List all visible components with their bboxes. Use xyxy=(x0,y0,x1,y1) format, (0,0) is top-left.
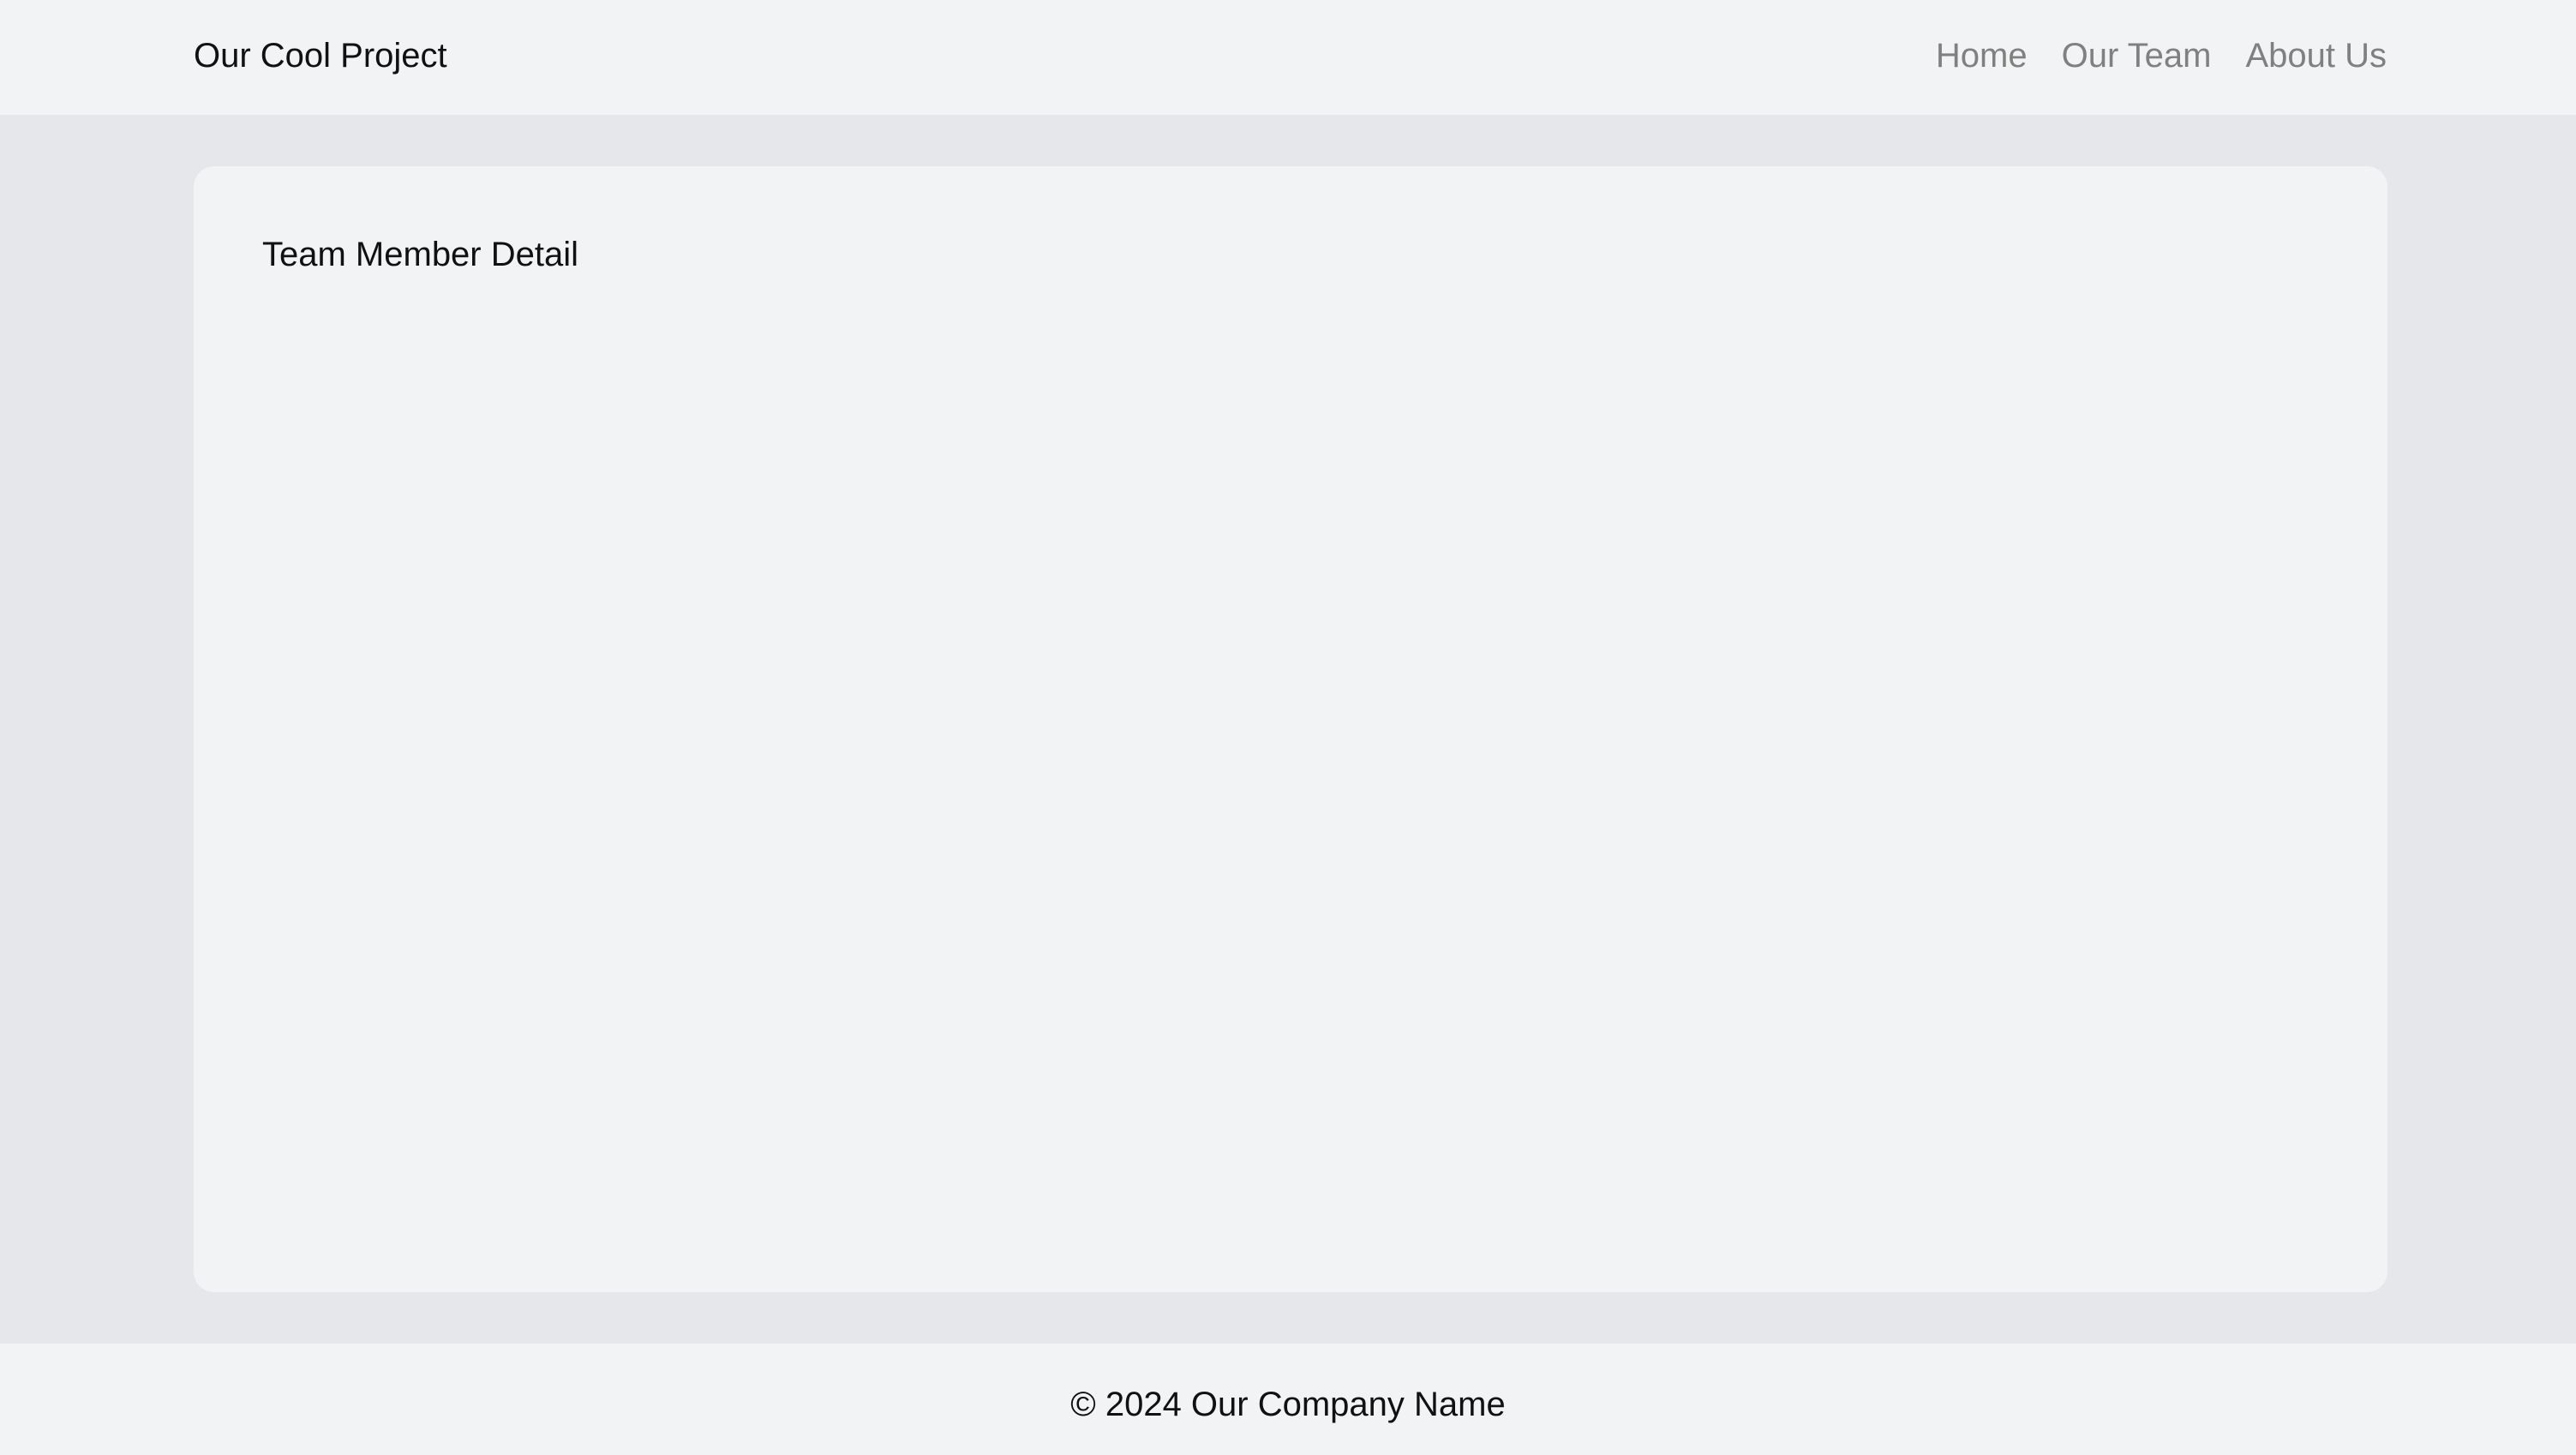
card-title: Team Member Detail xyxy=(262,236,579,273)
team-member-detail-card: Team Member Detail xyxy=(194,166,2387,1292)
footer-copyright: © 2024 Our Company Name xyxy=(1070,1386,1506,1423)
nav-link-our-team[interactable]: Our Team xyxy=(2062,34,2212,77)
site-footer: © 2024 Our Company Name xyxy=(0,1344,2576,1455)
nav-link-home[interactable]: Home xyxy=(1936,34,2028,77)
site-header: Our Cool Project Home Our Team About Us xyxy=(0,0,2576,115)
brand-link[interactable]: Our Cool Project xyxy=(194,34,447,77)
nav-link-about-us[interactable]: About Us xyxy=(2245,34,2387,77)
main-nav: Home Our Team About Us xyxy=(1936,34,2387,77)
